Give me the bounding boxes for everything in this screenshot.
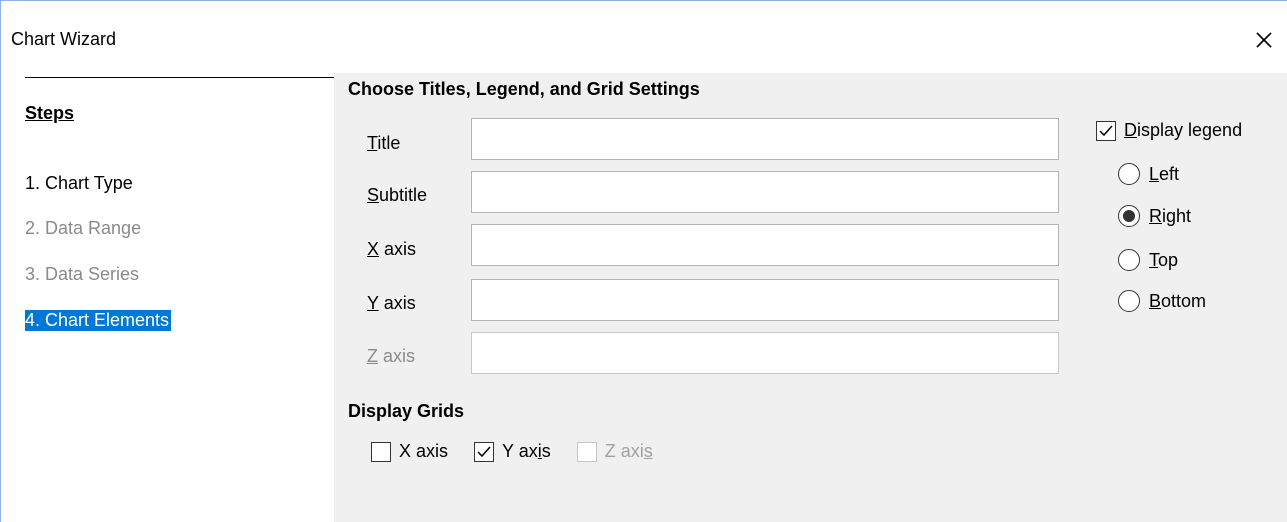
grid-z-axis-checkbox: Z axis <box>576 441 653 462</box>
grid-x-axis-label: X axis <box>399 441 449 461</box>
close-button[interactable] <box>1247 23 1281 57</box>
legend-top-radio-circle[interactable] <box>1118 249 1140 271</box>
grid-y-axis-box[interactable] <box>474 441 495 462</box>
legend-right-label: Right <box>1149 205 1192 226</box>
grid-y-axis-checkbox[interactable]: Y axis <box>474 441 551 462</box>
legend-bottom-radio-circle[interactable] <box>1118 290 1140 312</box>
x-axis-input[interactable] <box>471 224 1059 266</box>
title-label: Title <box>367 133 401 153</box>
checkmark-icon <box>477 446 491 457</box>
steps-divider <box>25 77 334 78</box>
grid-x-axis-box[interactable] <box>371 441 391 462</box>
grid-x-axis-checkbox[interactable]: X axis <box>371 441 448 462</box>
step-data-range: 2. Data Range <box>25 218 142 238</box>
display-legend-label: Display legend <box>1124 120 1243 140</box>
legend-left-radio-circle[interactable] <box>1118 163 1140 185</box>
legend-bottom-label: Bottom <box>1149 290 1207 311</box>
legend-right-radio-circle[interactable] <box>1118 205 1140 227</box>
chart-wizard-dialog: Chart Wizard Steps 1. Chart Type 2. Data… <box>0 0 1287 522</box>
radio-selected-dot <box>1123 210 1135 222</box>
grid-options: X axis Y axis Z axis <box>371 441 679 462</box>
step-chart-elements[interactable]: 4. Chart Elements <box>25 310 172 331</box>
grid-y-axis-label: Y axis <box>502 441 551 461</box>
legend-left-radio[interactable]: Left <box>1118 163 1179 185</box>
subtitle-input[interactable] <box>471 171 1059 213</box>
chart-elements-page: Choose Titles, Legend, and Grid Settings… <box>334 73 1287 522</box>
grid-z-axis-label: Z axis <box>604 441 653 461</box>
legend-right-radio[interactable]: Right <box>1118 205 1191 227</box>
y-axis-input[interactable] <box>471 279 1059 321</box>
step-chart-type[interactable]: 1. Chart Type <box>25 173 133 194</box>
legend-left-label: Left <box>1149 163 1180 184</box>
title-bar: Chart Wizard <box>1 1 1287 73</box>
z-axis-label: Z axis <box>367 346 416 366</box>
close-icon <box>1256 32 1272 48</box>
legend-bottom-radio[interactable]: Bottom <box>1118 290 1206 312</box>
step-data-series: 3. Data Series <box>25 264 140 284</box>
legend-top-radio[interactable]: Top <box>1118 249 1178 271</box>
subtitle-label: Subtitle <box>367 185 428 205</box>
window-title: Chart Wizard <box>11 29 117 49</box>
display-legend-box[interactable] <box>1096 120 1116 141</box>
grid-z-axis-box <box>576 441 597 462</box>
checkmark-icon <box>1099 125 1113 136</box>
display-legend-checkbox[interactable]: Display legend <box>1096 120 1242 141</box>
z-axis-input <box>471 332 1059 374</box>
grids-section-heading: Display Grids <box>348 401 465 421</box>
steps-panel: Steps 1. Chart Type 2. Data Range 3. Dat… <box>1 73 334 522</box>
x-axis-label: X axis <box>367 239 417 259</box>
steps-heading: Steps <box>25 103 75 123</box>
y-axis-label: Y axis <box>367 293 416 313</box>
title-input[interactable] <box>471 118 1059 160</box>
titles-section-heading: Choose Titles, Legend, and Grid Settings <box>348 79 700 99</box>
legend-top-label: Top <box>1149 249 1179 270</box>
